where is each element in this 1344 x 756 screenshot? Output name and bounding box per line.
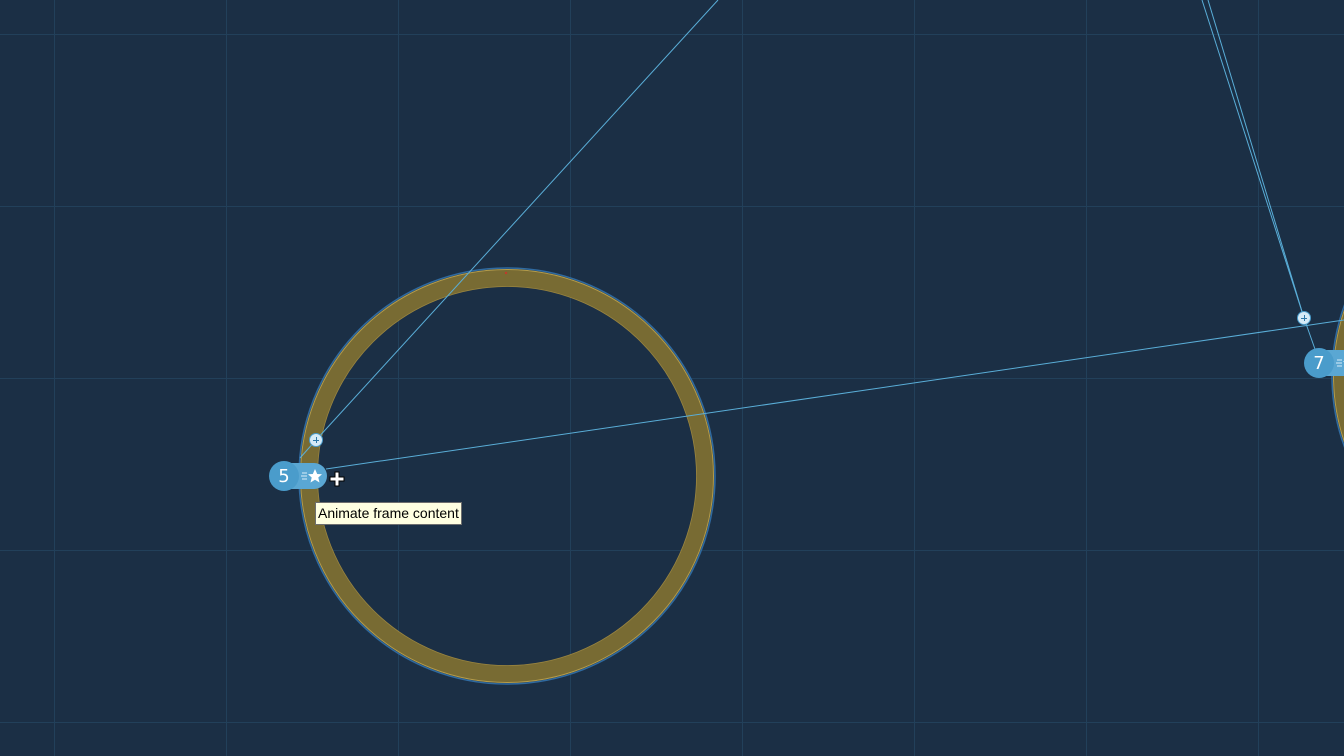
presentation-canvas[interactable]: 5 7 Animate frame content (0, 0, 1344, 756)
frame-7-badge[interactable]: 7 (1304, 348, 1344, 378)
frame-number[interactable]: 7 (1304, 348, 1334, 378)
animate-tooltip: Animate frame content (315, 502, 462, 525)
frame-number[interactable]: 5 (269, 461, 299, 491)
add-frame-handle-icon[interactable] (1297, 311, 1311, 325)
circle-frame-5[interactable] (298, 267, 716, 685)
animate-star-icon (1336, 359, 1344, 367)
move-cursor-icon (329, 471, 345, 487)
animate-star-icon (301, 469, 322, 483)
frame-5-badge[interactable]: 5 (269, 461, 327, 491)
canvas-drawing (0, 0, 1344, 756)
path-lines (299, 0, 1344, 470)
add-frame-handle-icon[interactable] (309, 433, 323, 447)
